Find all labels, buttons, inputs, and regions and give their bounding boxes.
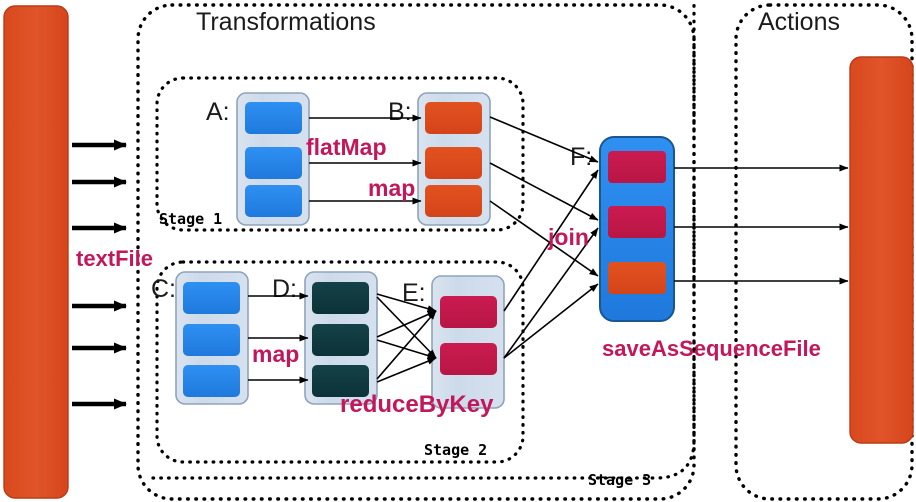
rdd-B-partition-1 (425, 102, 482, 134)
rdd-F-partition-2 (608, 206, 666, 238)
rdd-C: C: (151, 271, 249, 405)
rdd-B: B: (388, 92, 491, 226)
textfile-arrows (72, 139, 127, 410)
spark-lineage-svg: Transformations Actions Stage 1 Stage 2 … (3, 0, 914, 501)
map-bottom-arrows (248, 292, 309, 384)
rdd-F-letter: F: (570, 143, 592, 171)
rdd-A-partition-1 (245, 102, 302, 134)
hdfs-source: HDFS (3, 5, 69, 499)
stage-2-label: Stage 2 (424, 441, 487, 459)
rdd-E-partition-2 (440, 343, 497, 375)
rdd-A: A: (206, 92, 310, 226)
save-arrows (674, 164, 849, 285)
rdd-D-partition-1 (312, 282, 369, 314)
operation-reducebykey-label: reduceByKey (340, 391, 494, 418)
rdd-C-partition-2 (183, 324, 240, 356)
rdd-B-letter: B: (388, 98, 412, 126)
rdd-C-partition-3 (183, 365, 240, 397)
rdd-D-partition-2 (312, 324, 369, 356)
operation-map-bottom-label: map (252, 341, 299, 367)
rdd-B-partition-2 (425, 147, 482, 179)
operation-flatmap-label: flatMap (306, 134, 387, 160)
rdd-B-partition-3 (425, 185, 482, 217)
actions-title: Actions (758, 8, 840, 36)
rdd-A-partition-2 (245, 147, 302, 179)
stage-3-label: Stage 3 (588, 471, 651, 489)
rdd-C-partition-1 (183, 282, 240, 314)
operation-textfile-label: textFile (76, 246, 153, 271)
transformations-title: Transformations (196, 8, 376, 36)
operation-join-label: join (547, 224, 589, 250)
rdd-A-letter: A: (206, 98, 230, 126)
hdfs-sink: HDFS (849, 56, 914, 444)
diagram-canvas: Transformations Actions Stage 1 Stage 2 … (0, 0, 916, 502)
rdd-A-partition-3 (245, 185, 302, 217)
operation-map-top-label: map (368, 175, 415, 201)
rdd-E: E: (402, 275, 505, 409)
rdd-D-letter: D: (272, 275, 297, 303)
operation-saveassequencefile-label: saveAsSequenceFile (602, 336, 821, 361)
stage-1-label: Stage 1 (159, 210, 222, 228)
rdd-C-letter: C: (151, 275, 176, 303)
reducebykey-arrows (376, 293, 437, 383)
rdd-F-partition-3 (608, 262, 666, 294)
stage-3-box: Stage 3 (588, 471, 651, 489)
rdd-F-partition-1 (608, 151, 666, 183)
rdd-E-partition-1 (440, 296, 497, 328)
